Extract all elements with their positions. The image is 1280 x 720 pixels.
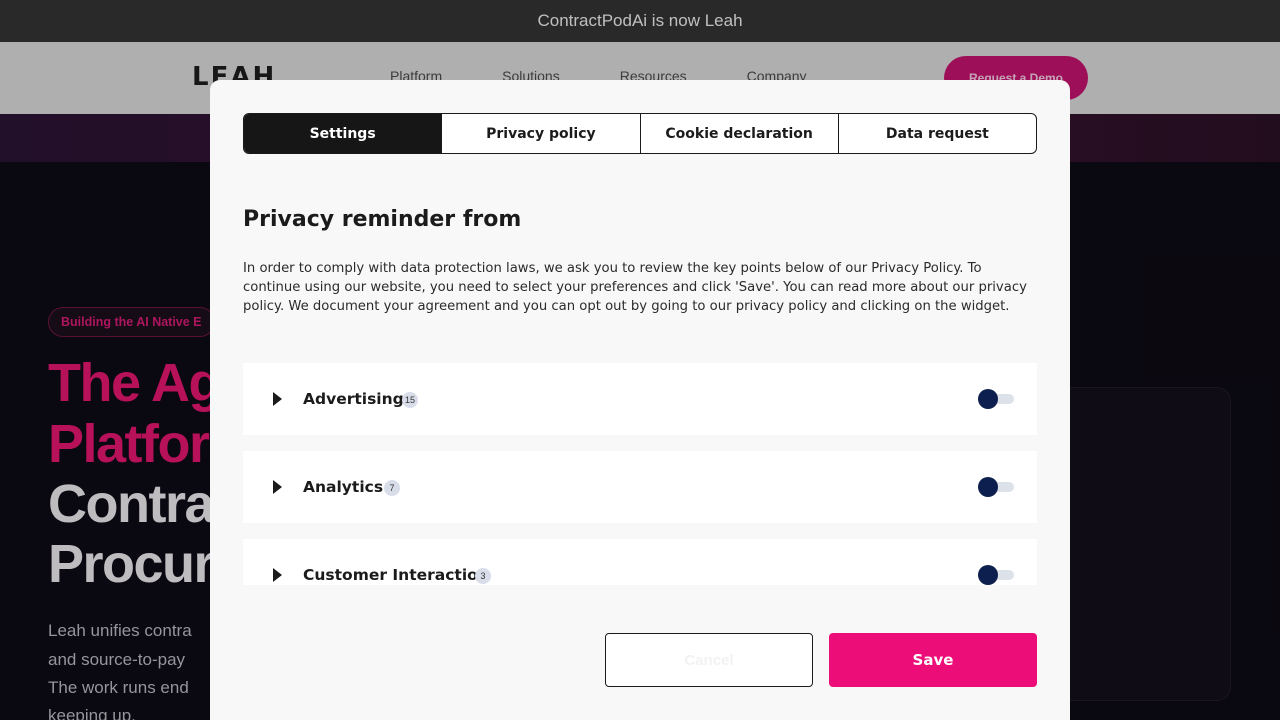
category-name[interactable]: Advertising	[303, 390, 404, 408]
save-button[interactable]: Save	[829, 633, 1037, 687]
tab-settings[interactable]: Settings	[244, 114, 442, 153]
tab-data-request[interactable]: Data request	[837, 114, 1036, 153]
modal-title: Privacy reminder from	[243, 207, 522, 232]
privacy-modal: Settings Privacy policy Cookie declarati…	[210, 80, 1070, 720]
category-name[interactable]: Analytics	[303, 478, 383, 496]
analytics-toggle[interactable]	[978, 477, 1014, 497]
category-analytics[interactable]: Analytics 7	[243, 451, 1037, 523]
category-count-badge: 15	[402, 392, 419, 408]
category-count-badge: 3	[475, 568, 491, 584]
caret-right-icon[interactable]	[273, 568, 282, 582]
toggle-knob	[978, 477, 998, 497]
advertising-toggle[interactable]	[978, 389, 1014, 409]
caret-right-icon[interactable]	[273, 392, 282, 406]
caret-right-icon[interactable]	[273, 480, 282, 494]
category-count-badge: 7	[384, 480, 400, 496]
modal-description: In order to comply with data protection …	[243, 261, 1027, 314]
toggle-knob	[978, 565, 998, 585]
cancel-button[interactable]: Cancel	[605, 633, 813, 687]
modal-tabs: Settings Privacy policy Cookie declarati…	[243, 113, 1037, 154]
toggle-knob	[978, 389, 998, 409]
category-list[interactable]: Advertising 15 Analytics 7 Customer Inte…	[243, 363, 1037, 585]
tab-privacy-policy[interactable]: Privacy policy	[441, 114, 639, 153]
category-name[interactable]: Customer Interaction	[303, 566, 489, 584]
tab-cookie-declaration[interactable]: Cookie declaration	[639, 114, 838, 153]
customer-interaction-toggle[interactable]	[978, 565, 1014, 585]
category-advertising[interactable]: Advertising 15	[243, 363, 1037, 435]
category-customer-interaction[interactable]: Customer Interaction 3	[243, 539, 1037, 585]
